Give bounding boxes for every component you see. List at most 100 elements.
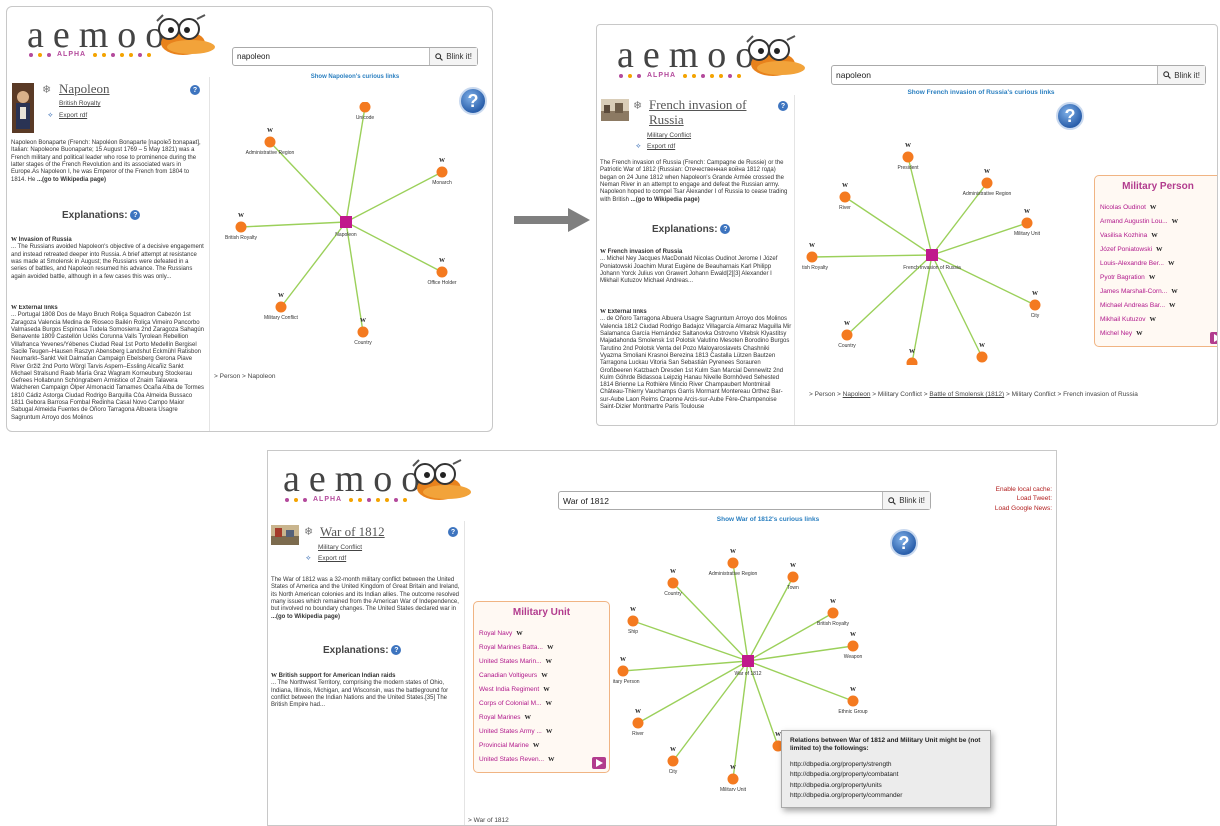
- graph-edge[interactable]: [672, 582, 749, 662]
- graph-edge[interactable]: [240, 221, 347, 228]
- related-entity-label[interactable]: Józef Poniatowski: [1100, 246, 1152, 253]
- entity-help-icon[interactable]: ?: [778, 101, 788, 111]
- wikipedia-link[interactable]: ...(go to Wikipedia page): [271, 614, 340, 620]
- graph-node[interactable]: [436, 166, 448, 178]
- related-entity-label[interactable]: James Marshall-Corn...: [1100, 288, 1167, 295]
- graph-node[interactable]: [787, 571, 799, 583]
- related-entity-item[interactable]: United States Reven... W: [479, 752, 609, 766]
- wikipedia-w-icon[interactable]: W: [439, 258, 445, 264]
- aemoo-logo[interactable]: aemoo ALPHA: [617, 33, 807, 85]
- related-entity-label[interactable]: Pyotr Bagration: [1100, 274, 1145, 281]
- wikipedia-w-icon[interactable]: W: [979, 343, 985, 349]
- graph-edge[interactable]: [907, 156, 933, 256]
- related-entity-label[interactable]: Canadian Voltigeurs: [479, 672, 537, 679]
- graph-node[interactable]: [839, 191, 851, 203]
- graph-edge[interactable]: [345, 221, 443, 273]
- breadcrumb-item[interactable]: Battle of Smolensk (1812): [929, 391, 1004, 398]
- related-entity-label[interactable]: Vasilisa Kozhina: [1100, 232, 1147, 239]
- entity-help-icon[interactable]: ?: [448, 527, 458, 537]
- wikipedia-w-icon[interactable]: W: [844, 321, 850, 327]
- wikipedia-w-icon[interactable]: W: [546, 658, 553, 665]
- related-entity-item[interactable]: United States Army ... W: [479, 724, 609, 738]
- wikipedia-w-icon[interactable]: W: [620, 657, 626, 663]
- blink-it-button[interactable]: Blink it!: [882, 492, 930, 509]
- search-input[interactable]: [559, 492, 883, 509]
- related-entity-label[interactable]: Provincial Marine: [479, 742, 529, 749]
- graph-center-node[interactable]: [926, 249, 938, 261]
- related-entity-label[interactable]: Louis-Alexandre Ber...: [1100, 260, 1164, 267]
- wikipedia-w-icon[interactable]: W: [809, 243, 815, 249]
- entity-thumbnail[interactable]: [12, 83, 34, 133]
- graph-node[interactable]: [727, 773, 739, 785]
- graph-node[interactable]: [627, 615, 639, 627]
- graph-node[interactable]: [617, 665, 629, 677]
- tooltip-relation-item[interactable]: http://dbpedia.org/property/commander: [790, 791, 982, 801]
- graph-node[interactable]: [847, 640, 859, 652]
- blink-it-button[interactable]: Blink it!: [429, 48, 477, 65]
- graph-edge[interactable]: [622, 660, 749, 672]
- curious-links-link[interactable]: Show Napoleon's curious links: [232, 74, 478, 80]
- explanation-title[interactable]: British support for American Indian raid…: [279, 673, 396, 679]
- export-rdf-link[interactable]: Export rdf: [647, 143, 675, 150]
- enable-local-cache-link[interactable]: Enable local cache:: [995, 485, 1052, 494]
- wikipedia-w-icon[interactable]: W: [1150, 316, 1157, 323]
- wikipedia-w-icon[interactable]: W: [670, 569, 676, 575]
- breadcrumb-item[interactable]: French invasion of Russia: [1063, 391, 1138, 398]
- export-rdf-link[interactable]: Export rdf: [59, 112, 87, 119]
- graph-node[interactable]: [667, 755, 679, 767]
- graph-node[interactable]: [981, 177, 993, 189]
- graph-node[interactable]: [357, 326, 369, 338]
- related-entity-label[interactable]: United States Army ...: [479, 728, 542, 735]
- graph-edge[interactable]: [747, 645, 854, 662]
- related-entity-label[interactable]: Armand Augustin Lou...: [1100, 218, 1168, 225]
- wikipedia-w-icon[interactable]: W: [533, 742, 540, 749]
- tooltip-relation-item[interactable]: http://dbpedia.org/property/units: [790, 781, 982, 791]
- related-entity-label[interactable]: Royal Marines Batta...: [479, 644, 543, 651]
- related-entity-item[interactable]: Louis-Alexandre Ber... W: [1100, 256, 1217, 270]
- related-entity-label[interactable]: Mikhail Kutuzov: [1100, 316, 1146, 323]
- related-entity-label[interactable]: Royal Navy: [479, 630, 512, 637]
- wikipedia-w-icon[interactable]: W: [842, 183, 848, 189]
- breadcrumb-item[interactable]: Napoleon: [843, 391, 871, 398]
- wikipedia-w-icon[interactable]: W: [439, 158, 445, 164]
- wikipedia-w-icon[interactable]: W: [905, 143, 911, 149]
- wikipedia-link[interactable]: ...(go to Wikipedia page): [631, 197, 700, 203]
- export-rdf-link[interactable]: Export rdf: [318, 555, 346, 562]
- wikipedia-w-icon[interactable]: W: [546, 700, 553, 707]
- load-google-news-link[interactable]: Load Google News:: [995, 504, 1052, 513]
- aemoo-logo[interactable]: aemoo ALPHA: [283, 457, 473, 509]
- wikipedia-w-icon[interactable]: W: [238, 213, 244, 219]
- graph-node[interactable]: [359, 102, 371, 113]
- graph-edge[interactable]: [632, 620, 749, 662]
- explanation-title[interactable]: External links: [608, 309, 647, 315]
- wikipedia-w-icon[interactable]: W: [548, 756, 555, 763]
- wikipedia-w-icon[interactable]: W: [984, 169, 990, 175]
- entity-category-link[interactable]: Military Conflict: [647, 132, 691, 139]
- graph-edge[interactable]: [637, 660, 749, 724]
- graph-edge[interactable]: [345, 221, 364, 333]
- related-entity-item[interactable]: Canadian Voltigeurs W: [479, 668, 609, 682]
- graph-center-node[interactable]: [340, 216, 352, 228]
- related-entity-item[interactable]: Vasilisa Kozhina W: [1100, 228, 1217, 242]
- graph-node[interactable]: [1021, 217, 1033, 229]
- wikipedia-w-icon[interactable]: W: [909, 349, 915, 355]
- entity-help-icon[interactable]: ?: [190, 85, 200, 95]
- breadcrumb-item[interactable]: Person: [220, 373, 241, 380]
- graph-node[interactable]: [667, 577, 679, 589]
- graph-node[interactable]: [827, 607, 839, 619]
- breadcrumb-item[interactable]: Napoleon: [248, 373, 276, 380]
- related-entity-item[interactable]: James Marshall-Corn... W: [1100, 284, 1217, 298]
- related-entity-item[interactable]: Royal Marines W: [479, 710, 609, 724]
- graph-edge[interactable]: [732, 562, 749, 662]
- related-entity-label[interactable]: West India Regiment: [479, 686, 539, 693]
- graph-node[interactable]: [841, 329, 853, 341]
- load-tweet-link[interactable]: Load Tweet:: [995, 494, 1052, 503]
- wikipedia-w-icon[interactable]: W: [360, 318, 366, 324]
- graph-node[interactable]: [727, 557, 739, 569]
- graph-node[interactable]: [1029, 299, 1041, 311]
- wikipedia-w-icon[interactable]: W: [267, 128, 273, 134]
- graph-edge[interactable]: [844, 196, 933, 256]
- curious-links-link[interactable]: Show French invasion of Russia's curious…: [831, 89, 1131, 96]
- search-input[interactable]: [832, 66, 1158, 84]
- related-entity-label[interactable]: Michael Andreas Bar...: [1100, 302, 1165, 309]
